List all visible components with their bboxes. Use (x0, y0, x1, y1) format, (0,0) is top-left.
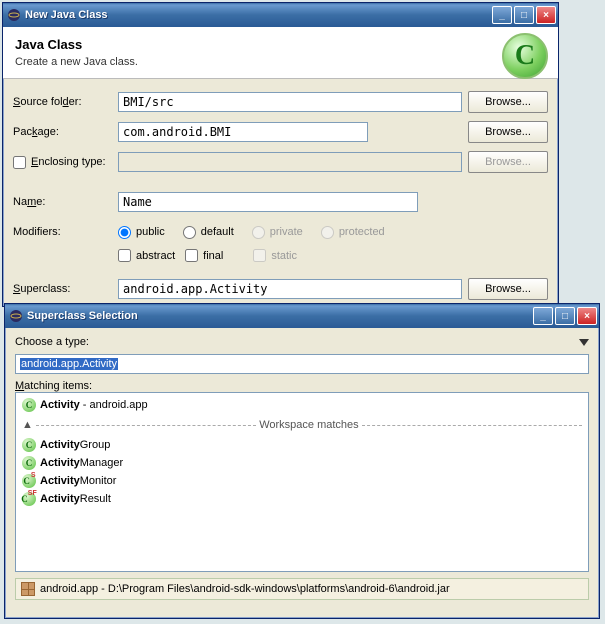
close-button[interactable]: × (536, 6, 556, 24)
window-title-1: New Java Class (25, 9, 492, 21)
class-icon: C (22, 438, 36, 452)
titlebar-2[interactable]: Superclass Selection _ □ × (5, 304, 599, 328)
class-icon: C (22, 398, 36, 412)
dialog-header: Java Class Create a new Java class. C (3, 27, 558, 79)
superclass-label: Superclass: (13, 283, 118, 295)
package-icon (21, 582, 35, 596)
static-final-class-icon: CSF (22, 492, 36, 506)
list-item[interactable]: C ActivityGroup (22, 436, 582, 454)
modifier-private-radio: private (252, 226, 303, 239)
dropdown-toggle-icon[interactable] (579, 339, 589, 346)
modifier-public-radio[interactable]: public (118, 226, 165, 239)
window-title-2: Superclass Selection (27, 310, 533, 322)
list-item[interactable]: CSF ActivityResult (22, 490, 582, 508)
package-label: Package: (13, 126, 118, 138)
list-item[interactable]: C Activity - android.app (22, 396, 582, 414)
close-button[interactable]: × (577, 307, 597, 325)
selection-path-text: android.app - D:\Program Files\android-s… (40, 583, 450, 595)
modifier-default-radio[interactable]: default (183, 226, 234, 239)
titlebar-1[interactable]: New Java Class _ □ × (3, 3, 558, 27)
modifier-protected-radio: protected (321, 226, 385, 239)
maximize-button[interactable]: □ (555, 307, 575, 325)
browse-package-button[interactable]: Browse... (468, 121, 548, 143)
name-input[interactable] (118, 192, 418, 212)
enclosing-type-input (118, 152, 462, 172)
choose-type-label: Choose a type: (15, 336, 89, 348)
class-icon: C (502, 33, 548, 79)
enclosing-type-checkbox[interactable]: Enclosing type: (13, 156, 118, 169)
minimize-button[interactable]: _ (533, 307, 553, 325)
dialog-subtitle: Create a new Java class. (15, 56, 498, 68)
workspace-matches-separator: ▲ Workspace matches (22, 416, 582, 434)
package-input[interactable] (118, 122, 368, 142)
modifier-static-checkbox: static (253, 249, 297, 262)
source-folder-label: Source folder: (13, 96, 118, 108)
browse-source-button[interactable]: Browse... (468, 91, 548, 113)
matching-items-label: Matching items: (15, 380, 589, 392)
eclipse-icon (9, 309, 23, 323)
minimize-button[interactable]: _ (492, 6, 512, 24)
dialog-title: Java Class (15, 37, 498, 52)
maximize-button[interactable]: □ (514, 6, 534, 24)
browse-superclass-button[interactable]: Browse... (468, 278, 548, 300)
superclass-input[interactable] (118, 279, 462, 299)
eclipse-icon (7, 8, 21, 22)
selection-path-bar: android.app - D:\Program Files\android-s… (15, 578, 589, 600)
modifier-abstract-checkbox[interactable]: abstract (118, 249, 175, 262)
new-java-class-window: New Java Class _ □ × Java Class Create a… (2, 2, 559, 307)
type-search-input[interactable]: android.app.Activity (15, 354, 589, 374)
browse-enclosing-button: Browse... (468, 151, 548, 173)
modifier-final-checkbox[interactable]: final (185, 249, 223, 262)
modifiers-label: Modifiers: (13, 226, 118, 238)
list-item[interactable]: CS ActivityMonitor (22, 472, 582, 490)
superclass-selection-window: Superclass Selection _ □ × Choose a type… (4, 303, 600, 619)
name-label: Name: (13, 196, 118, 208)
matching-items-list[interactable]: C Activity - android.app ▲ Workspace mat… (15, 392, 589, 572)
list-item[interactable]: C ActivityManager (22, 454, 582, 472)
scroll-up-icon: ▲ (22, 416, 33, 434)
source-folder-input[interactable] (118, 92, 462, 112)
